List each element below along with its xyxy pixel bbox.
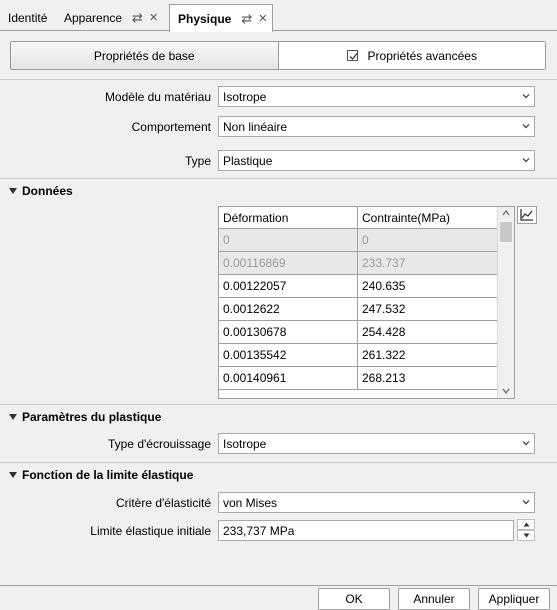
- ok-button[interactable]: OK: [318, 588, 390, 610]
- table-row[interactable]: 0.00122057 240.635: [219, 275, 514, 298]
- cancel-label: Annuler: [413, 592, 455, 606]
- close-icon[interactable]: ✕: [149, 11, 158, 24]
- divider: [0, 585, 557, 586]
- table-row[interactable]: 0.00140961 268.213: [219, 367, 514, 390]
- ok-label: OK: [345, 592, 363, 606]
- table-scrollbar[interactable]: [497, 207, 514, 398]
- chevron-down-icon: [522, 441, 530, 446]
- type-value: Plastique: [223, 153, 273, 168]
- hardening-type-select[interactable]: Isotrope: [218, 433, 535, 454]
- table-row[interactable]: 0.00116869 233.737: [219, 252, 514, 275]
- data-section-header[interactable]: Données: [0, 184, 73, 198]
- basic-properties-button[interactable]: Propriétés de base: [11, 42, 278, 69]
- collapse-triangle-icon: [9, 188, 17, 194]
- initial-limit-spinner: [517, 519, 535, 541]
- cell-stress[interactable]: 261.322: [358, 344, 496, 366]
- material-model-label: Modèle du matériau: [104, 90, 211, 104]
- cell-strain[interactable]: 0.0012622: [219, 298, 358, 320]
- tab-physique[interactable]: Physique ⇄ ✕: [169, 4, 273, 32]
- tab-apparence[interactable]: Apparence ⇄ ✕: [56, 4, 158, 31]
- divider: [0, 79, 557, 80]
- scroll-up-icon: [502, 210, 510, 216]
- yield-section-header[interactable]: Fonction de la limite élastique: [0, 468, 193, 482]
- chevron-down-icon: [522, 94, 530, 99]
- material-model-value: Isotrope: [223, 89, 267, 104]
- data-section-title: Données: [22, 184, 73, 198]
- advanced-properties-button[interactable]: Propriétés avancées: [277, 42, 545, 69]
- advanced-checkbox[interactable]: [346, 50, 358, 61]
- cell-strain[interactable]: 0.00122057: [219, 275, 358, 297]
- basic-properties-label: Propriétés de base: [93, 48, 195, 63]
- plastic-section-header[interactable]: Paramètres du plastique: [0, 410, 161, 424]
- divider: [0, 404, 557, 405]
- cell-stress[interactable]: 247.532: [358, 298, 496, 320]
- type-select[interactable]: Plastique: [218, 150, 535, 171]
- criterion-label: Critère d'élasticité: [116, 496, 211, 510]
- tab-label: Apparence: [64, 10, 123, 25]
- chevron-down-icon: [522, 500, 530, 505]
- check-icon: [349, 53, 358, 60]
- behavior-value: Non linéaire: [223, 119, 288, 134]
- caret-down-icon: [523, 533, 529, 538]
- chevron-down-icon: [522, 124, 530, 129]
- swap-icon[interactable]: ⇄: [132, 10, 143, 26]
- cell-strain[interactable]: 0.00135542: [219, 344, 358, 366]
- advanced-properties-label: Propriétés avancées: [367, 48, 477, 63]
- initial-limit-value: 233,737 MPa: [223, 523, 295, 538]
- table-row[interactable]: 0.00135542 261.322: [219, 344, 514, 367]
- swap-icon[interactable]: ⇄: [241, 11, 252, 27]
- cell-strain: 0: [219, 229, 358, 251]
- divider: [0, 462, 557, 463]
- cell-stress: 0: [362, 233, 369, 247]
- collapse-triangle-icon: [9, 414, 17, 420]
- table-row[interactable]: 0.00130678 254.428: [219, 321, 514, 344]
- tab-label: Identité: [8, 10, 48, 25]
- criterion-select[interactable]: von Mises: [218, 492, 535, 513]
- cell-stress[interactable]: 240.635: [358, 275, 496, 297]
- spin-down-button[interactable]: [517, 530, 535, 541]
- data-table: Déformation Contrainte(MPa) 0 0 0.001168…: [218, 206, 515, 399]
- cell-strain[interactable]: 0.00130678: [219, 321, 358, 343]
- divider: [0, 178, 557, 179]
- scrollbar-thumb[interactable]: [500, 222, 512, 242]
- apply-label: Appliquer: [488, 592, 540, 606]
- type-label: Type: [184, 154, 211, 168]
- chart-button[interactable]: [517, 206, 537, 224]
- scroll-down-icon: [502, 388, 510, 394]
- behavior-select[interactable]: Non linéaire: [218, 116, 535, 137]
- table-header: Déformation Contrainte(MPa): [219, 207, 514, 229]
- hardening-type-value: Isotrope: [223, 436, 267, 451]
- spin-up-button[interactable]: [517, 519, 535, 530]
- table-row[interactable]: 0 0: [219, 229, 514, 252]
- cell-stress: 233.737: [362, 256, 406, 270]
- apply-button[interactable]: Appliquer: [478, 588, 550, 610]
- behavior-label: Comportement: [131, 120, 211, 134]
- close-icon[interactable]: ✕: [258, 12, 267, 25]
- properties-toggle: Propriétés de base Propriétés avancées: [10, 41, 546, 70]
- column-header-stress[interactable]: Contrainte(MPa): [358, 207, 496, 228]
- table-row[interactable]: 0.0012622 247.532: [219, 298, 514, 321]
- caret-up-icon: [523, 522, 529, 527]
- plastic-section-title: Paramètres du plastique: [22, 410, 162, 424]
- chart-icon: [520, 209, 533, 221]
- initial-limit-label: Limite élastique initiale: [90, 524, 211, 538]
- chevron-down-icon: [522, 158, 530, 163]
- cancel-button[interactable]: Annuler: [398, 588, 470, 610]
- cell-strain[interactable]: 0.00140961: [219, 367, 358, 389]
- column-header-strain[interactable]: Déformation: [219, 207, 358, 228]
- cell-strain: 0.00116869: [219, 252, 358, 274]
- material-model-select[interactable]: Isotrope: [218, 86, 535, 107]
- tab-label: Physique: [178, 11, 232, 26]
- collapse-triangle-icon: [9, 472, 17, 478]
- cell-stress[interactable]: 268.213: [358, 367, 496, 389]
- hardening-type-label: Type d'écrouissage: [107, 437, 211, 451]
- tab-identite[interactable]: Identité: [0, 4, 47, 31]
- yield-section-title: Fonction de la limite élastique: [22, 468, 194, 482]
- criterion-value: von Mises: [223, 495, 278, 510]
- initial-limit-input[interactable]: 233,737 MPa: [218, 520, 514, 541]
- cell-stress[interactable]: 254.428: [358, 321, 496, 343]
